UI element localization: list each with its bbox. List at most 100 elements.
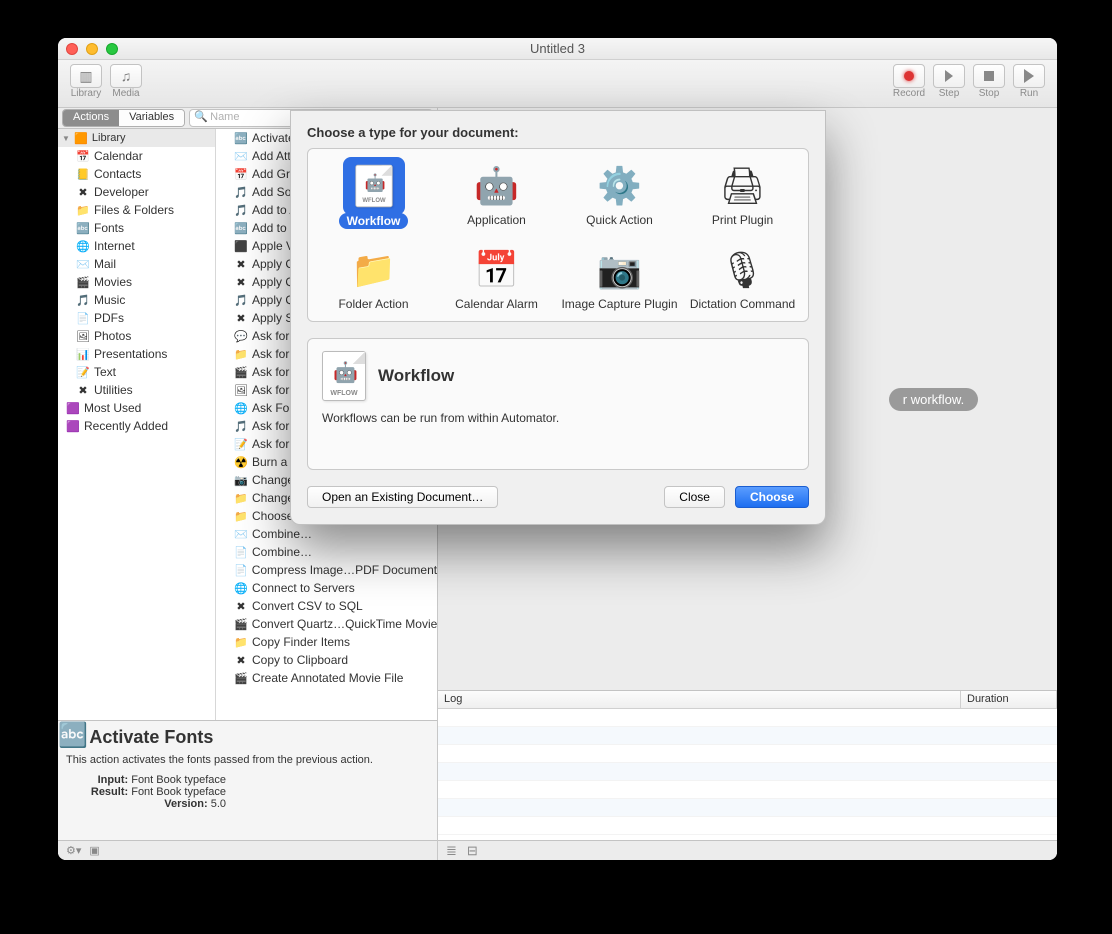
category-item[interactable]: 📁Files & Folders [58,201,215,219]
action-label: Create Annotated Movie File [252,671,403,685]
media-icon: ♫ [121,68,132,84]
action-label: Copy to Clipboard [252,653,348,667]
action-label: Compress Image…PDF Documents [252,563,437,577]
type-label: Print Plugin [712,213,773,227]
action-label: Convert CSV to SQL [252,599,363,613]
action-icon: 📁 [234,347,248,361]
action-icon: 📝 [234,437,248,451]
action-icon: 📁 [234,509,248,523]
action-label: Connect to Servers [252,581,355,595]
action-item[interactable]: 🌐 Connect to Servers [216,579,437,597]
action-icon: 🎬 [234,365,248,379]
action-icon: 🌐 [234,581,248,595]
smart-folder-icon: 🟪 [66,419,80,433]
type-icon: 🤖 [468,159,526,213]
document-type-workflow[interactable]: 🤖Workflow [312,159,435,229]
record-label: Record [893,88,925,99]
action-item[interactable]: 📁Copy Finder Items [216,633,437,651]
workflow-doc-icon: 🤖 [322,351,366,401]
document-type-print-plugin[interactable]: 🖨Print Plugin [681,159,804,229]
library-segment-control: Actions Variables [62,109,185,127]
titlebar: Untitled 3 [58,38,1057,60]
results-view-icon[interactable]: ⊟ [467,843,478,858]
category-item[interactable]: 🎵Music [58,291,215,309]
document-type-calendar-alarm[interactable]: 📅Calendar Alarm [435,243,558,311]
smart-folder-item[interactable]: 🟪Recently Added [58,417,215,435]
category-label: Files & Folders [94,203,174,217]
action-item[interactable]: 🎬Convert Quartz…QuickTime Movies [216,615,437,633]
document-type-dictation-command[interactable]: 🎙Dictation Command [681,243,804,311]
category-icon: 📒 [76,167,90,181]
log-view-icon[interactable]: ≣ [446,843,457,858]
stop-button[interactable]: Stop [971,64,1007,99]
action-icon: 🖼 [234,383,248,397]
category-item[interactable]: ✖Utilities [58,381,215,399]
type-label: Application [467,213,526,227]
category-label: Mail [94,257,116,271]
gear-icon[interactable]: ⚙︎▾ [66,844,81,857]
document-type-image-capture-plugin[interactable]: 📷Image Capture Plugin [558,243,681,311]
workspace-status-bar: ≣ ⊟ [438,840,1057,860]
document-type-application[interactable]: 🤖Application [435,159,558,229]
tab-variables[interactable]: Variables [119,110,184,126]
action-icon: ✖ [234,599,248,613]
category-item[interactable]: 📊Presentations [58,345,215,363]
step-button[interactable]: Step [931,64,967,99]
hide-icon[interactable]: ▣ [89,844,99,857]
category-item[interactable]: 🔤Fonts [58,219,215,237]
action-icon: 🎬 [234,671,248,685]
action-item[interactable]: 📄Compress Image…PDF Documents [216,561,437,579]
action-preview: 🔤 Activate Fonts This action activates t… [58,720,437,840]
run-button[interactable]: Run [1011,64,1047,99]
action-label: Convert Quartz…QuickTime Movies [252,617,437,631]
category-label: Contacts [94,167,141,181]
category-label: Internet [94,239,135,253]
category-icon: 🖼 [76,329,90,343]
category-label: Calendar [94,149,143,163]
type-label: Workflow [339,213,409,229]
category-item[interactable]: ✖Developer [58,183,215,201]
open-existing-button[interactable]: Open an Existing Document… [307,486,498,508]
action-item[interactable]: ✖ Convert CSV to SQL [216,597,437,615]
document-type-folder-action[interactable]: 📁Folder Action [312,243,435,311]
category-item[interactable]: 📝Text [58,363,215,381]
log-col-duration[interactable]: Duration [961,691,1057,708]
library-header[interactable]: 🟧Library [58,129,215,147]
record-button[interactable]: Record [891,64,927,99]
category-icon: 🔤 [76,221,90,235]
category-item[interactable]: 📅 Calendar [58,147,215,165]
action-icon: 📁 [234,491,248,505]
action-item[interactable]: 📄Combine… [216,543,437,561]
action-icon: ✉️ [234,149,248,163]
stop-label: Stop [979,88,1000,99]
type-icon: 🖨 [714,159,772,213]
log-col-log[interactable]: Log [438,691,961,708]
action-item[interactable]: ✉️Combine… [216,525,437,543]
category-item[interactable]: 🖼Photos [58,327,215,345]
action-item[interactable]: 🎬 Create Annotated Movie File [216,669,437,687]
category-item[interactable]: 📄PDFs [58,309,215,327]
action-label: Combine… [252,545,312,559]
library-toggle-button[interactable]: ▥ Library [68,64,104,99]
category-item[interactable]: ✉️Mail [58,255,215,273]
category-item[interactable]: 🌐 Internet [58,237,215,255]
media-button[interactable]: ♫ Media [108,64,144,99]
category-icon: 📅 [76,149,90,163]
smart-folder-item[interactable]: 🟪Most Used [58,399,215,417]
category-item[interactable]: 🎬Movies [58,273,215,291]
action-icon: 🔤 [234,221,248,235]
action-icon: 🎵 [234,293,248,307]
choose-button[interactable]: Choose [735,486,809,508]
action-icon: ✖ [234,311,248,325]
category-list[interactable]: 🟧Library 📅 Calendar 📒 Contacts ✖Developer📁Fi… [58,129,216,720]
category-item[interactable]: 📒 Contacts [58,165,215,183]
document-type-quick-action[interactable]: ⚙️Quick Action [558,159,681,229]
category-icon: 🌐 [76,239,90,253]
type-label: Image Capture Plugin [561,297,677,311]
tab-actions[interactable]: Actions [63,110,119,126]
preview-title: Activate Fonts [89,727,213,747]
action-item[interactable]: ✖Copy to Clipboard [216,651,437,669]
action-icon: ✖ [234,275,248,289]
preview-icon: 🔤 [66,729,80,743]
close-button[interactable]: Close [664,486,725,508]
